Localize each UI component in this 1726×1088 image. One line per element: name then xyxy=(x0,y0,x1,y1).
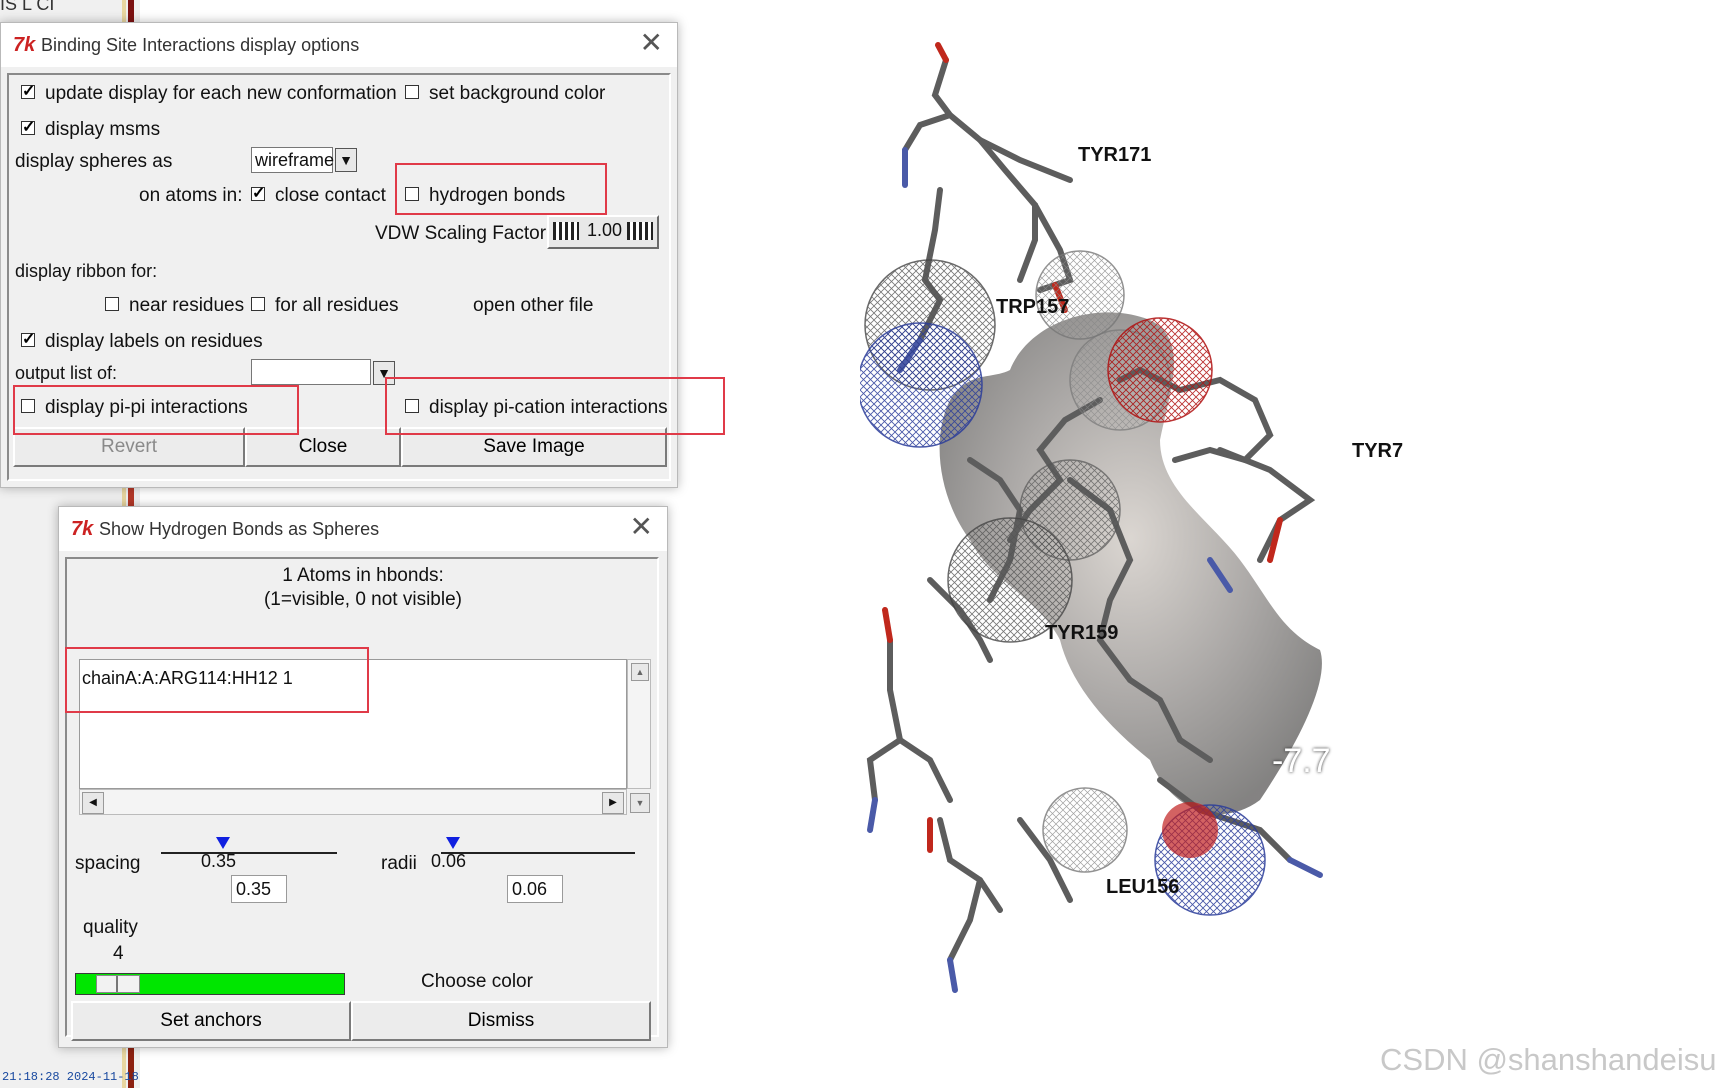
output-list-label: output list of: xyxy=(15,363,118,383)
scroll-left-icon[interactable]: ◀ xyxy=(82,792,104,814)
slider-thumb-icon[interactable] xyxy=(445,837,460,849)
vertical-scrollbar[interactable]: ▲ xyxy=(627,659,651,789)
spheres-dropdown[interactable]: wireframe xyxy=(251,147,334,173)
spacing-value-label: 0.35 xyxy=(201,851,237,871)
residue-label: TYR171 xyxy=(1078,144,1152,166)
hbond-dialog-titlebar[interactable]: 7k Show Hydrogen Bonds as Spheres ✕ xyxy=(59,507,667,551)
close-icon[interactable]: ✕ xyxy=(640,29,663,57)
contact-sphere xyxy=(1035,250,1125,340)
display-msms-label: display msms xyxy=(45,119,161,140)
watermark: CSDN @shanshandeisu xyxy=(1380,1042,1717,1077)
chevron-down-icon[interactable]: ▼ xyxy=(335,148,357,172)
contact-sphere xyxy=(1107,317,1213,423)
spacing-input[interactable]: 0.35 xyxy=(231,875,287,903)
scroll-right-icon[interactable]: ▶ xyxy=(602,792,624,814)
slider-handle-icon[interactable] xyxy=(96,975,140,993)
clock-readout: 21:18:28 2024-11-18 xyxy=(2,1070,139,1084)
on-atoms-label: on atoms in: xyxy=(139,185,243,206)
contact-sphere xyxy=(1042,787,1128,873)
quality-slider[interactable] xyxy=(75,973,345,995)
radii-value-label: 0.06 xyxy=(431,851,467,871)
update-display-label: update display for each new conformation xyxy=(45,83,397,104)
residue-label: TRP157 xyxy=(996,296,1070,318)
dismiss-button[interactable]: Dismiss xyxy=(351,1001,651,1041)
contact-sphere xyxy=(1162,802,1218,858)
radii-input[interactable]: 0.06 xyxy=(507,875,563,903)
display-msms-checkbox[interactable] xyxy=(21,117,35,137)
set-background-label: set background color xyxy=(429,83,606,104)
close-icon[interactable]: ✕ xyxy=(630,513,653,541)
highlight-box xyxy=(13,385,299,435)
radii-label: radii xyxy=(381,853,417,874)
molecule-viewer[interactable] xyxy=(860,40,1720,1060)
background-menu-fragment: IS L CI xyxy=(0,0,55,14)
residue-label: LEU156 xyxy=(1106,876,1180,898)
all-residues-label: for all residues xyxy=(275,295,399,316)
highlight-box xyxy=(65,647,369,713)
vdw-scaling-slider[interactable]: 1.00 xyxy=(547,215,659,249)
slider-right-grip-icon[interactable] xyxy=(627,222,653,240)
set-anchors-button[interactable]: Set anchors xyxy=(71,1001,351,1041)
spacing-label: spacing xyxy=(75,853,141,874)
quality-label: quality xyxy=(83,917,138,938)
tk-logo-icon: 7k xyxy=(71,518,94,540)
all-residues-checkbox[interactable] xyxy=(251,297,265,311)
ribbon-label: display ribbon for: xyxy=(15,261,158,281)
tk-logo-icon: 7k xyxy=(13,34,36,56)
scroll-up-icon[interactable]: ▲ xyxy=(631,663,649,681)
hbond-dialog: 7k Show Hydrogen Bonds as Spheres ✕ 1 At… xyxy=(58,506,668,1048)
residue-label: TYR7 xyxy=(1352,440,1404,462)
open-other-file-button[interactable]: open other file xyxy=(473,295,593,317)
radii-slider[interactable] xyxy=(441,837,635,855)
labels-on-residues-checkbox[interactable] xyxy=(21,329,35,349)
binding-site-dialog-titlebar[interactable]: 7k Binding Site Interactions display opt… xyxy=(1,23,677,67)
spheres-label: display spheres as xyxy=(15,151,173,172)
close-contact-label: close contact xyxy=(275,185,386,206)
set-background-checkbox[interactable] xyxy=(405,85,419,99)
close-contact-checkbox[interactable] xyxy=(251,183,265,203)
hbond-header-line2: (1=visible, 0 not visible) xyxy=(263,589,462,610)
vdw-scaling-value: 1.00 xyxy=(587,220,623,240)
contact-sphere xyxy=(860,322,983,448)
near-residues-checkbox[interactable] xyxy=(105,297,119,311)
update-display-checkbox[interactable] xyxy=(21,81,35,101)
residue-label: TYR159 xyxy=(1045,622,1119,644)
binding-site-dialog-title: Binding Site Interactions display option… xyxy=(41,35,360,55)
quality-value-label: 4 xyxy=(113,943,124,964)
docking-score-label: -7.7 xyxy=(1272,742,1331,780)
labels-on-residues-label: display labels on residues xyxy=(45,331,263,352)
slider-left-grip-icon[interactable] xyxy=(553,222,579,240)
near-residues-label: near residues xyxy=(129,295,245,316)
choose-color-button[interactable]: Choose color xyxy=(421,971,533,993)
vdw-scaling-label: VDW Scaling Factor xyxy=(375,223,547,244)
output-list-dropdown[interactable] xyxy=(251,359,371,385)
binding-site-dialog: 7k Binding Site Interactions display opt… xyxy=(0,22,725,488)
highlight-box xyxy=(385,377,725,435)
scroll-down-icon[interactable]: ▼ xyxy=(630,793,650,813)
horizontal-scrollbar[interactable]: ◀ ▶ xyxy=(79,789,627,815)
slider-thumb-icon[interactable] xyxy=(215,837,230,849)
hbond-dialog-title: Show Hydrogen Bonds as Spheres xyxy=(99,519,380,539)
spacing-slider[interactable] xyxy=(161,837,337,855)
hbond-header-line1: 1 Atoms in hbonds: xyxy=(282,565,444,586)
highlight-box xyxy=(395,163,607,215)
